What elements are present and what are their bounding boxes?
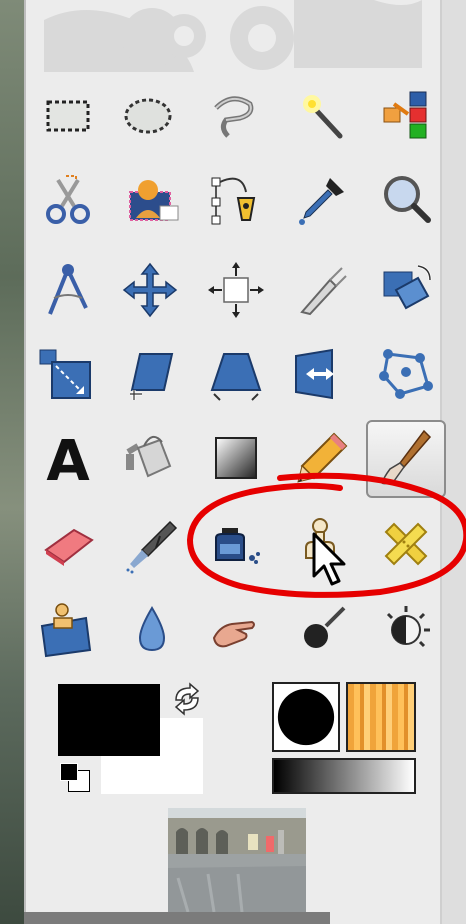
tool-dodge-burn[interactable] — [288, 596, 356, 664]
tool-select-by-color[interactable] — [372, 82, 440, 150]
toolbox-bottom-edge — [24, 912, 330, 924]
tool-scale[interactable] — [32, 340, 100, 408]
tool-paintbrush[interactable] — [366, 420, 446, 498]
tool-blur-sharpen[interactable] — [118, 596, 186, 664]
gegl-operation-icon — [386, 606, 430, 648]
tool-ellipse-select[interactable] — [114, 82, 182, 150]
active-pattern-preview[interactable] — [346, 682, 416, 752]
color-picker-eyedropper-icon — [299, 178, 344, 225]
move-arrows-icon — [122, 262, 178, 318]
ellipse-select-icon — [124, 98, 172, 134]
text-tool-icon: A — [46, 429, 90, 490]
active-gradient-preview[interactable] — [272, 758, 416, 794]
tool-smudge[interactable] — [200, 596, 268, 664]
tool-text[interactable]: A — [34, 424, 102, 492]
zoom-magnifier-icon — [384, 176, 431, 223]
tool-align[interactable] — [202, 256, 270, 324]
blend-gradient-icon — [215, 437, 257, 479]
foreground-color-swatch[interactable] — [58, 684, 160, 756]
tool-foreground-select[interactable] — [118, 166, 186, 234]
svg-text:A: A — [46, 429, 90, 490]
tool-bucket-fill[interactable] — [116, 424, 184, 492]
perspective-icon — [210, 353, 262, 401]
shear-icon — [130, 353, 174, 400]
perspective-clone-icon — [40, 603, 92, 658]
tool-crop[interactable] — [288, 256, 356, 324]
eraser-icon — [44, 528, 94, 566]
smudge-finger-icon — [212, 620, 255, 648]
tool-zoom[interactable] — [372, 166, 440, 234]
active-brush-preview[interactable] — [272, 682, 340, 752]
tool-move[interactable] — [116, 256, 184, 324]
tool-perspective-clone[interactable] — [32, 596, 100, 664]
free-select-lasso-icon — [214, 96, 254, 138]
tool-free-select[interactable] — [200, 82, 268, 150]
swap-colors-icon[interactable] — [170, 682, 204, 716]
airbrush-icon — [126, 520, 178, 574]
crop-knife-icon — [300, 267, 347, 316]
flip-icon — [295, 348, 334, 400]
fuzzy-select-wand-icon — [303, 95, 343, 139]
measure-compass-icon — [48, 264, 88, 315]
tool-rotate[interactable] — [372, 256, 440, 324]
tool-color-picker[interactable] — [288, 166, 356, 234]
image-thumbnail-picture — [168, 808, 306, 912]
tool-ink[interactable] — [202, 510, 270, 578]
tool-perspective[interactable] — [202, 340, 270, 408]
tool-airbrush[interactable] — [118, 510, 186, 578]
tool-cage-transform[interactable] — [372, 340, 440, 408]
tool-pencil[interactable] — [288, 424, 356, 492]
dodge-burn-icon — [304, 606, 346, 648]
scissors-select-icon — [46, 175, 90, 224]
tool-gegl[interactable] — [372, 596, 440, 664]
tool-measure[interactable] — [34, 256, 102, 324]
rect-select-icon — [46, 100, 90, 132]
tool-scissors-select[interactable] — [34, 166, 102, 234]
blur-sharpen-drop-icon — [138, 606, 166, 652]
tool-rect-select[interactable] — [34, 82, 102, 150]
paintbrush-icon — [381, 429, 432, 485]
tool-heal[interactable] — [372, 510, 440, 578]
tool-shear[interactable] — [118, 340, 186, 408]
tool-eraser[interactable] — [34, 510, 102, 578]
foreground-select-icon — [129, 180, 179, 221]
paths-pen-icon — [211, 177, 256, 225]
cage-transform-icon — [379, 349, 433, 399]
bucket-fill-icon — [126, 435, 172, 478]
background-desktop-left — [0, 0, 24, 924]
wilber-drop-zone[interactable] — [44, 0, 422, 72]
active-image-thumbnail[interactable] — [168, 808, 306, 912]
brush-circle-icon — [277, 688, 335, 746]
pencil-icon — [297, 432, 348, 483]
heal-bandage-icon — [384, 522, 428, 566]
rotate-icon — [383, 264, 432, 310]
scale-icon — [39, 349, 91, 399]
ink-icon — [215, 528, 260, 564]
tool-flip[interactable] — [286, 340, 354, 408]
tool-paths[interactable] — [200, 166, 268, 234]
tool-fuzzy-select[interactable] — [286, 82, 354, 150]
default-colors-fg-icon[interactable] — [60, 763, 78, 781]
select-by-color-icon — [383, 91, 427, 139]
tool-blend[interactable] — [202, 424, 270, 492]
mouse-pointer-icon — [312, 532, 346, 586]
alignment-icon — [208, 262, 264, 318]
